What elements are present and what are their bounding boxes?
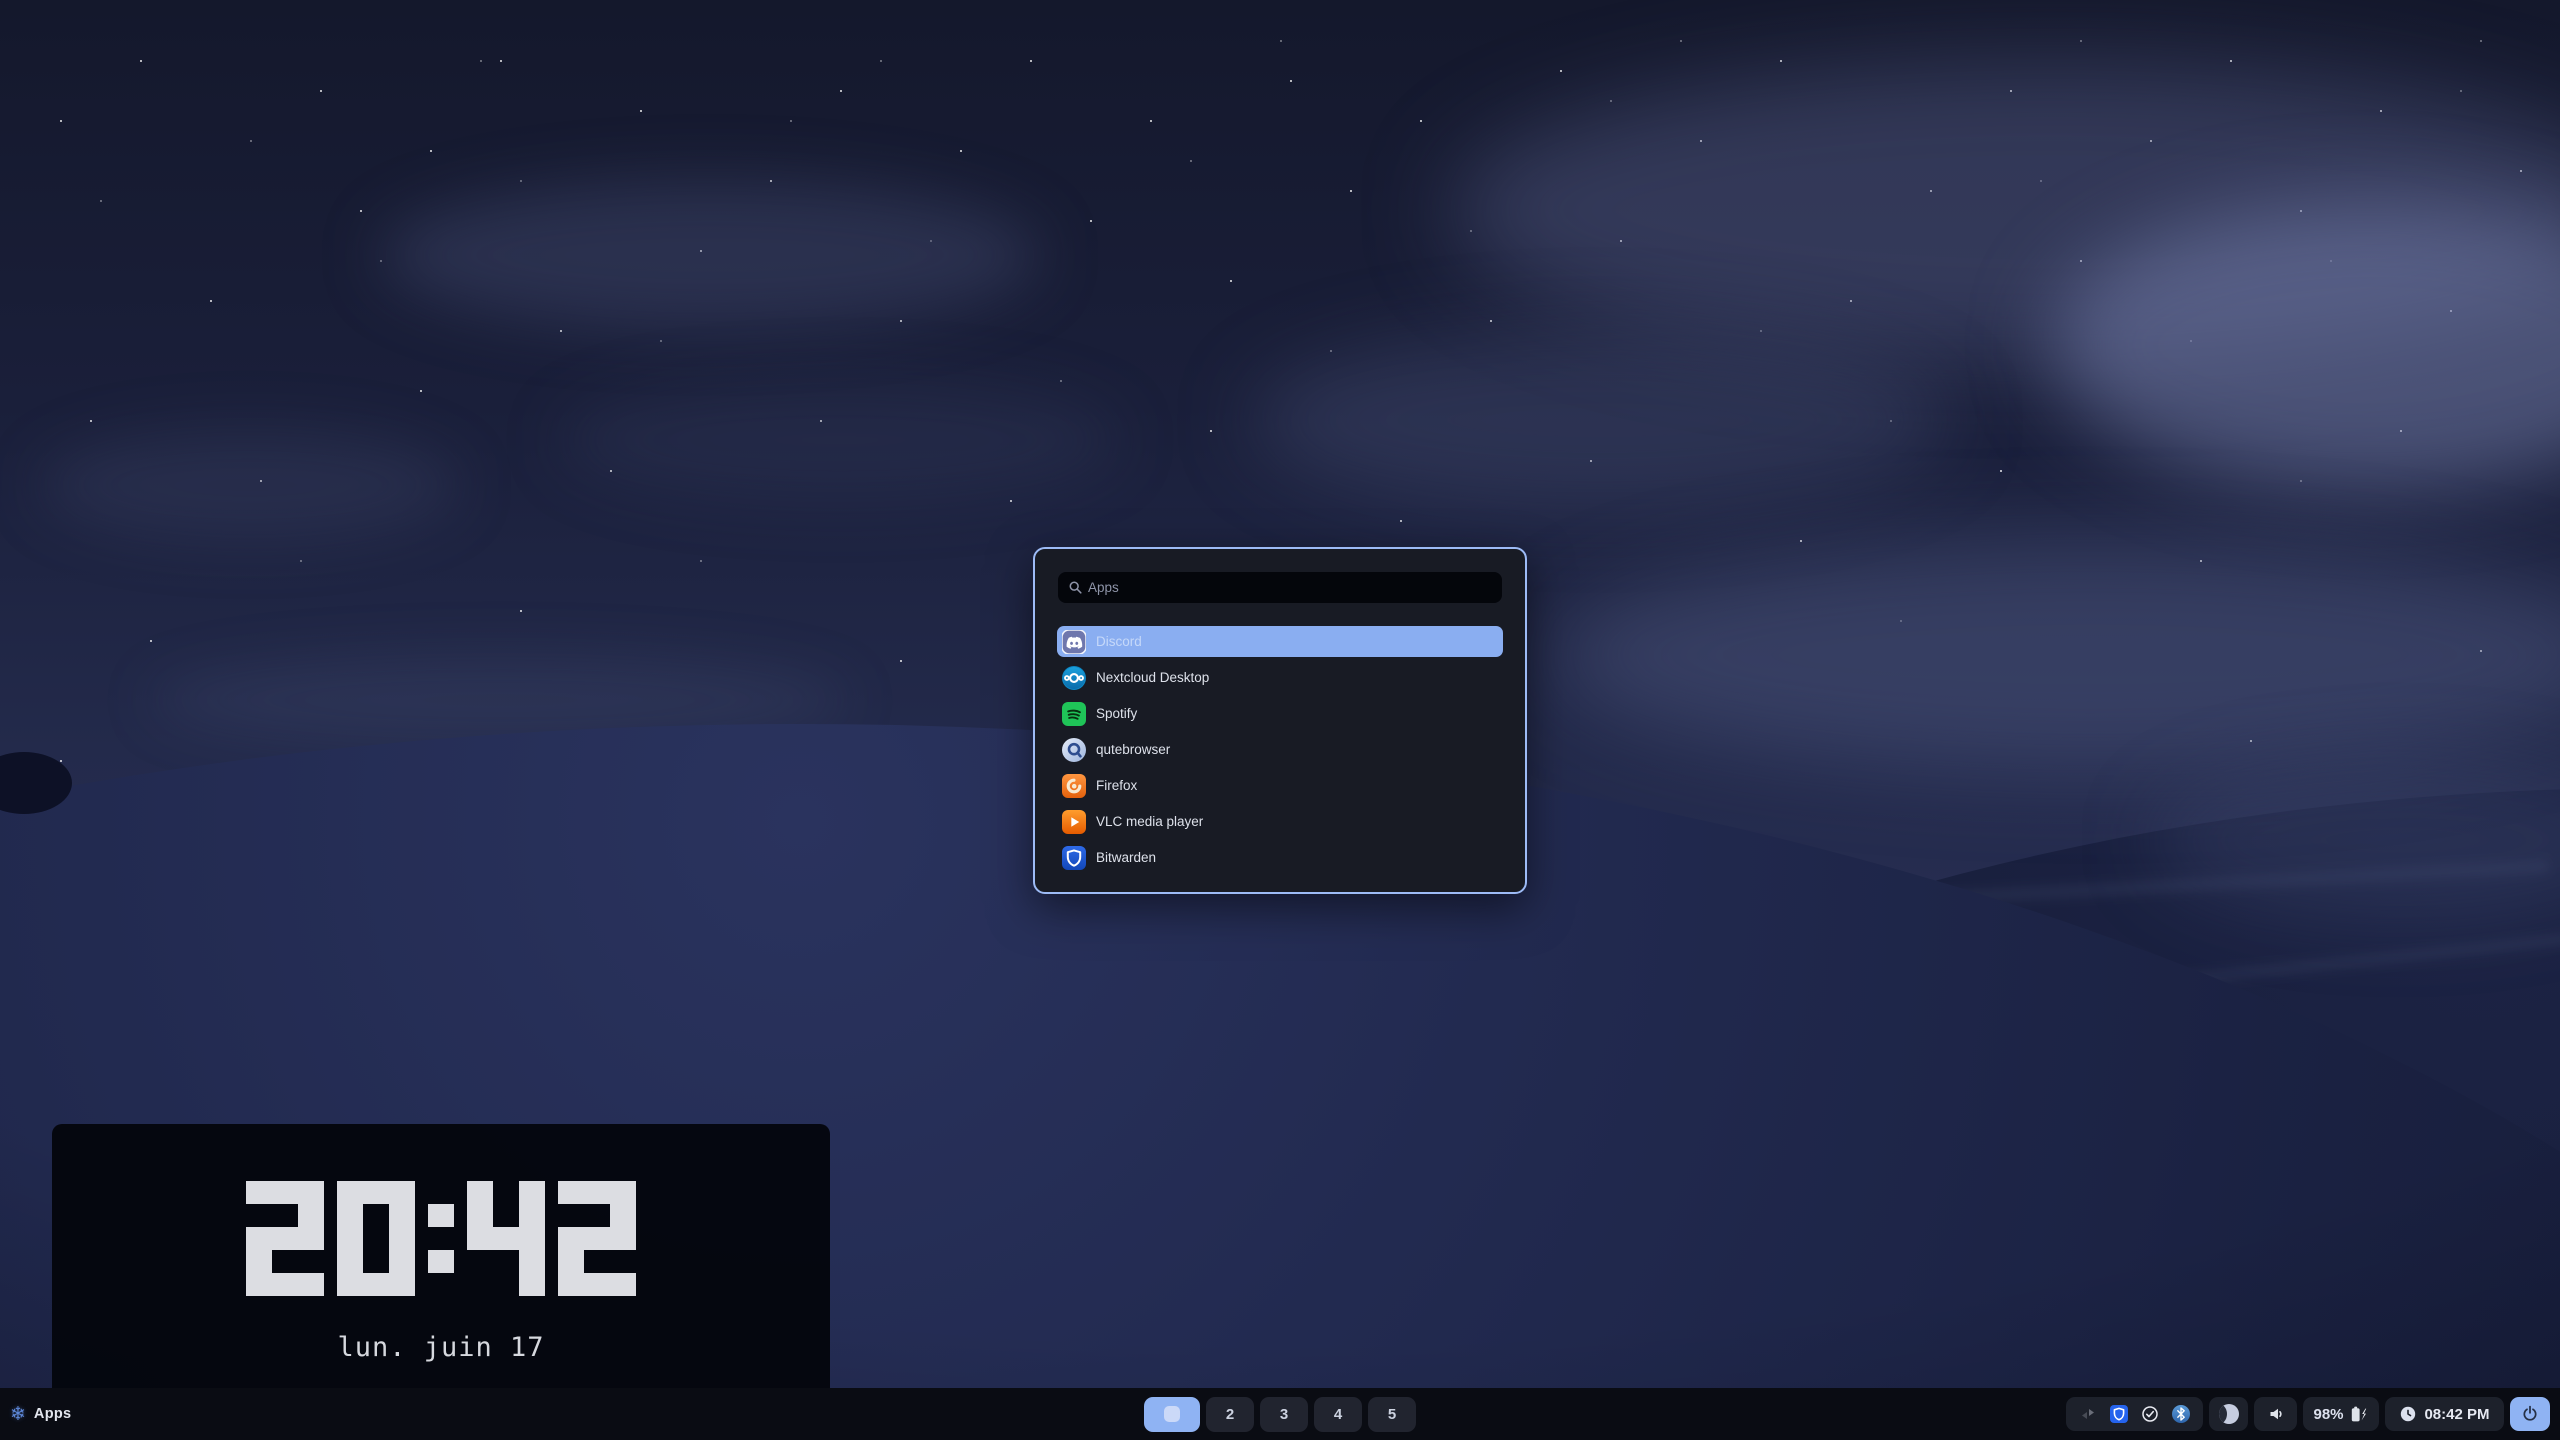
- clock-date: lun. juin 17: [337, 1332, 544, 1363]
- clock-colon: [428, 1181, 454, 1296]
- magnifier-icon: [1068, 580, 1083, 595]
- app-list-item-spotify[interactable]: Spotify: [1057, 698, 1503, 729]
- app-list: Discord Nextcloud Desktop Spotify qutebr…: [1057, 626, 1503, 873]
- workspace-button-1[interactable]: [1144, 1397, 1200, 1432]
- active-workspace-dot: [1164, 1406, 1180, 1422]
- taskbar: ❄ Apps 2345 98% 08:42 PM: [0, 1388, 2560, 1440]
- workspace-switcher: 2345: [1144, 1388, 1416, 1440]
- power-icon: [2520, 1404, 2540, 1424]
- app-list-item-nextcloud-desktop[interactable]: Nextcloud Desktop: [1057, 662, 1503, 693]
- digital-clock-time: [246, 1181, 636, 1296]
- vlc-icon: [1062, 810, 1086, 834]
- bitwarden-icon: [1062, 846, 1086, 870]
- clock-digit: [337, 1181, 415, 1296]
- discord-icon: [1062, 630, 1086, 654]
- clock-digit: [467, 1181, 545, 1296]
- power-button[interactable]: [2510, 1397, 2550, 1431]
- battery-percent: 98%: [2313, 1406, 2343, 1423]
- workspace-button-4[interactable]: 4: [1314, 1397, 1362, 1432]
- bitwarden-tray-icon[interactable]: [2110, 1405, 2128, 1423]
- transfer-arrows-icon[interactable]: [2079, 1405, 2097, 1423]
- app-launcher: Discord Nextcloud Desktop Spotify qutebr…: [1033, 547, 1527, 894]
- nextcloud-icon: [1062, 666, 1086, 690]
- launcher-search-box[interactable]: [1058, 572, 1502, 603]
- workspace-button-5[interactable]: 5: [1368, 1397, 1416, 1432]
- workspace-button-3[interactable]: 3: [1260, 1397, 1308, 1432]
- tray-icons-group: [2066, 1397, 2203, 1431]
- clock-digit: [558, 1181, 636, 1296]
- search-input[interactable]: [1086, 579, 1492, 596]
- volume-button[interactable]: [2254, 1397, 2297, 1431]
- bluetooth-icon[interactable]: [2172, 1405, 2190, 1423]
- qutebrowser-icon: [1062, 738, 1086, 762]
- app-list-item-qutebrowser[interactable]: qutebrowser: [1057, 734, 1503, 765]
- check-circle-icon[interactable]: [2141, 1405, 2159, 1423]
- battery-indicator[interactable]: 98%: [2303, 1397, 2379, 1431]
- apps-menu-label: Apps: [34, 1406, 71, 1422]
- system-tray-area: 98% 08:42 PM: [2066, 1388, 2550, 1440]
- battery-charging-icon: [2348, 1405, 2369, 1424]
- app-list-item-bitwarden[interactable]: Bitwarden: [1057, 842, 1503, 873]
- clock-icon: [2399, 1405, 2417, 1423]
- taskbar-time: 08:42 PM: [2424, 1406, 2489, 1423]
- night-light-toggle[interactable]: [2209, 1397, 2248, 1431]
- moon-icon: [2219, 1404, 2239, 1424]
- speaker-icon: [2267, 1405, 2285, 1423]
- apps-menu-button[interactable]: ❄ Apps: [10, 1388, 71, 1440]
- clock-digit: [246, 1181, 324, 1296]
- spotify-icon: [1062, 702, 1086, 726]
- firefox-icon: [1062, 774, 1086, 798]
- app-list-item-vlc-media-player[interactable]: VLC media player: [1057, 806, 1503, 837]
- nix-snowflake-icon: ❄: [10, 1405, 26, 1424]
- taskbar-clock[interactable]: 08:42 PM: [2385, 1397, 2504, 1431]
- app-list-item-firefox[interactable]: Firefox: [1057, 770, 1503, 801]
- workspace-button-2[interactable]: 2: [1206, 1397, 1254, 1432]
- app-list-item-discord[interactable]: Discord: [1057, 626, 1503, 657]
